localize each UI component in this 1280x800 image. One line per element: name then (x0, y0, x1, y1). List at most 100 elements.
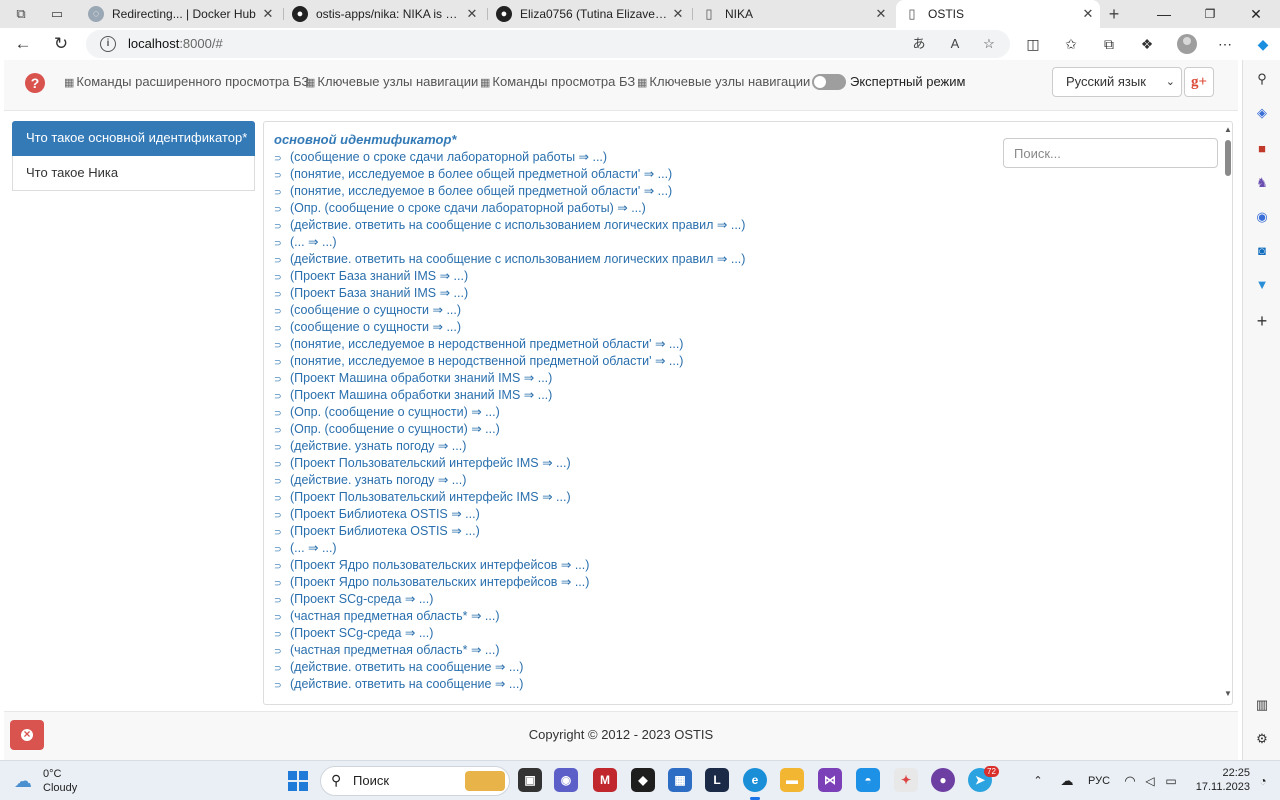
show-hidden-icons-chevron-icon[interactable]: ⌃ (1030, 761, 1046, 800)
shopping-tag-icon[interactable]: ◈ (1253, 104, 1271, 122)
close-tab-icon[interactable]: ✕ (670, 0, 686, 28)
content-list-item[interactable]: ⊃ (частная предметная область* ⇒ ...) (274, 642, 745, 659)
nav-kb-view-commands[interactable]: ▦ Команды просмотра БЗ (480, 60, 635, 104)
back-arrow-icon[interactable]: ← (10, 32, 36, 56)
outlook-icon[interactable]: ◙ (1253, 242, 1271, 260)
copilot-icon[interactable]: ◆ (1250, 32, 1276, 56)
content-list-item[interactable]: ⊃ (понятие, исследуемое в более общей пре… (274, 183, 745, 200)
google-plus-button[interactable]: g+ (1184, 67, 1214, 97)
extensions-icon[interactable]: ❖ (1134, 32, 1160, 56)
content-list-item[interactable]: ⊃ (понятие, исследуемое в более общей пре… (274, 166, 745, 183)
volume-icon[interactable]: ◁ (1142, 761, 1158, 800)
new-tab-icon[interactable]: + (1105, 5, 1123, 23)
help-icon[interactable]: ? (25, 73, 45, 93)
sidebar-item-main-identifier[interactable]: Что такое основной идентификатор* (12, 121, 255, 156)
more-menu-icon[interactable]: ⋯ (1212, 32, 1238, 56)
minimize-icon[interactable]: — (1141, 0, 1187, 28)
scrollbar-thumb[interactable] (1225, 140, 1231, 176)
restore-icon[interactable]: ❐ (1187, 0, 1233, 28)
content-list-item[interactable]: ⊃ (понятие, исследуемое в неродственной п… (274, 336, 745, 353)
content-list-item[interactable]: ⊃ (... ⇒ ...) (274, 540, 745, 557)
microsoft-store-icon[interactable]: ▦ (668, 768, 692, 792)
content-list-item[interactable]: ⊃ (Проект Пользовательский интерфейс IMS … (274, 489, 745, 506)
teams-chat-icon[interactable]: ◉ (554, 768, 578, 792)
colorful-app-icon[interactable]: ✦ (894, 768, 918, 792)
battery-icon[interactable]: ▭ (1162, 761, 1180, 800)
search-icon[interactable]: ⚲ (1253, 70, 1271, 88)
content-list-item[interactable]: ⊃ (частная предметная область* ⇒ ...) (274, 608, 745, 625)
content-list-item[interactable]: ⊃ (Проект Машина обработки знаний IMS ⇒ .… (274, 387, 745, 404)
content-list-item[interactable]: ⊃ (действие. узнать погоду ⇒ ...) (274, 438, 745, 455)
tab-nika[interactable]: ▯ NIKA ✕ (693, 0, 893, 28)
vertical-scrollbar[interactable]: ▲ ▼ (1222, 122, 1232, 704)
mcafee-icon[interactable]: M (593, 768, 617, 792)
content-list-item[interactable]: ⊃ (Проект Ядро пользовательских интерфейс… (274, 574, 745, 591)
file-explorer-icon[interactable]: ▬ (780, 768, 804, 792)
sidebar-item-what-is-nika[interactable]: Что такое Ника (12, 156, 255, 191)
content-list-item[interactable]: ⊃ (Проект Библиотека OSTIS ⇒ ...) (274, 506, 745, 523)
scroll-down-arrow-icon[interactable]: ▼ (1222, 689, 1232, 698)
translate-icon[interactable]: あ (908, 34, 930, 54)
url-text[interactable]: localhost:8000/# (128, 30, 223, 58)
content-list-item[interactable]: ⊃ (Опр. (сообщение о сущности) ⇒ ...) (274, 421, 745, 438)
nav-key-nodes-2[interactable]: ▦ Ключевые узлы навигации (637, 60, 810, 104)
games-icon[interactable]: ♞ (1253, 174, 1271, 192)
close-tab-icon[interactable]: ✕ (464, 0, 480, 28)
language-select[interactable]: Русский язык ⌄ (1052, 67, 1182, 97)
sidebar-settings-gear-icon[interactable]: ⚙ (1253, 730, 1271, 748)
content-list-item[interactable]: ⊃ (Проект Ядро пользовательских интерфейс… (274, 557, 745, 574)
site-info-icon[interactable]: i (100, 36, 116, 52)
collections-icon[interactable]: ⧉ (1096, 32, 1122, 56)
content-list-item[interactable]: ⊃ (... ⇒ ...) (274, 234, 745, 251)
content-list-item[interactable]: ⊃ (понятие, исследуемое в неродственной п… (274, 353, 745, 370)
nav-key-nodes-1[interactable]: ▦ Ключевые узлы навигации (305, 60, 478, 104)
content-list-item[interactable]: ⊃ (действие. ответить на сообщение ⇒ ...) (274, 659, 745, 676)
refresh-icon[interactable]: ↻ (48, 32, 74, 56)
content-list-item[interactable]: ⊃ (Проект Библиотека OSTIS ⇒ ...) (274, 523, 745, 540)
favorites-icon[interactable]: ✩ (1058, 32, 1084, 56)
search-input[interactable] (1003, 138, 1218, 168)
content-list-item[interactable]: ⊃ (Проект База знаний IMS ⇒ ...) (274, 268, 745, 285)
onedrive-cloud-icon[interactable]: ☁ (1058, 761, 1076, 800)
content-list-item[interactable]: ⊃ (Проект Машина обработки знаний IMS ⇒ .… (274, 370, 745, 387)
tab-ostis[interactable]: ▯ OSTIS ✕ (896, 0, 1100, 28)
profile-avatar[interactable] (1177, 34, 1197, 54)
nav-kb-extended-commands[interactable]: ▦ Команды расширенного просмотра БЗ (64, 60, 309, 104)
content-list-item[interactable]: ⊃ (Проект SCg-среда ⇒ ...) (274, 591, 745, 608)
notifications-bell-icon[interactable]: ◔ (1256, 761, 1270, 800)
content-list-item[interactable]: ⊃ (сообщение о сроке сдачи лабораторной р… (274, 149, 745, 166)
microsoft-365-icon[interactable]: ◉ (1253, 208, 1271, 226)
figma-icon[interactable]: ◆ (631, 768, 655, 792)
content-list-item[interactable]: ⊃ (Опр. (сообщение о сроке сдачи лаборато… (274, 200, 745, 217)
add-sidebar-app-icon[interactable]: + (1253, 312, 1271, 330)
content-list-item[interactable]: ⊃ (сообщение о сущности ⇒ ...) (274, 319, 745, 336)
content-list-item[interactable]: ⊃ (Проект База знаний IMS ⇒ ...) (274, 285, 745, 302)
docker-icon[interactable]: ◓ (856, 768, 880, 792)
content-title[interactable]: основной идентификатор* (274, 132, 456, 147)
address-field[interactable]: i localhost:8000/# あ A ☆ (86, 30, 1010, 58)
read-aloud-icon[interactable]: A (944, 34, 966, 54)
close-tab-icon[interactable]: ✕ (1080, 0, 1096, 28)
app-l-icon[interactable]: L (705, 768, 729, 792)
edge-browser-icon[interactable]: e (743, 768, 767, 800)
tab-github-nika[interactable]: ● ostis-apps/nika: NIKA is an Intelli ✕ (284, 0, 484, 28)
content-list-item[interactable]: ⊃ (сообщение о сущности ⇒ ...) (274, 302, 745, 319)
windows-start-icon[interactable] (288, 771, 308, 791)
tools-briefcase-icon[interactable]: ■ (1253, 140, 1271, 158)
expert-mode-toggle[interactable] (812, 74, 846, 90)
close-tab-icon[interactable]: ✕ (873, 0, 889, 28)
workspaces-icon[interactable]: ⧉ (12, 5, 30, 23)
sidebar-layout-icon[interactable]: ▥ (1253, 696, 1271, 714)
drop-icon[interactable]: ▼ (1253, 276, 1271, 294)
vertical-tabs-icon[interactable]: ▭ (48, 5, 66, 23)
visual-studio-icon[interactable]: ⋈ (818, 768, 842, 792)
tab-github-eliza[interactable]: ● Eliza0756 (Tutina Elizaveta Dmitri ✕ (488, 0, 690, 28)
content-list-item[interactable]: ⊃ (действие. ответить на сообщение ⇒ ...) (274, 676, 745, 693)
task-view-icon[interactable]: ▣ (518, 768, 542, 792)
content-list-item[interactable]: ⊃ (Проект Пользовательский интерфейс IMS … (274, 455, 745, 472)
close-tab-icon[interactable]: ✕ (260, 0, 276, 28)
content-list-item[interactable]: ⊃ (действие. узнать погоду ⇒ ...) (274, 472, 745, 489)
close-window-icon[interactable]: ✕ (1233, 0, 1279, 28)
content-list-item[interactable]: ⊃ (действие. ответить на сообщение с испо… (274, 251, 745, 268)
content-list-item[interactable]: ⊃ (Опр. (сообщение о сущности) ⇒ ...) (274, 404, 745, 421)
